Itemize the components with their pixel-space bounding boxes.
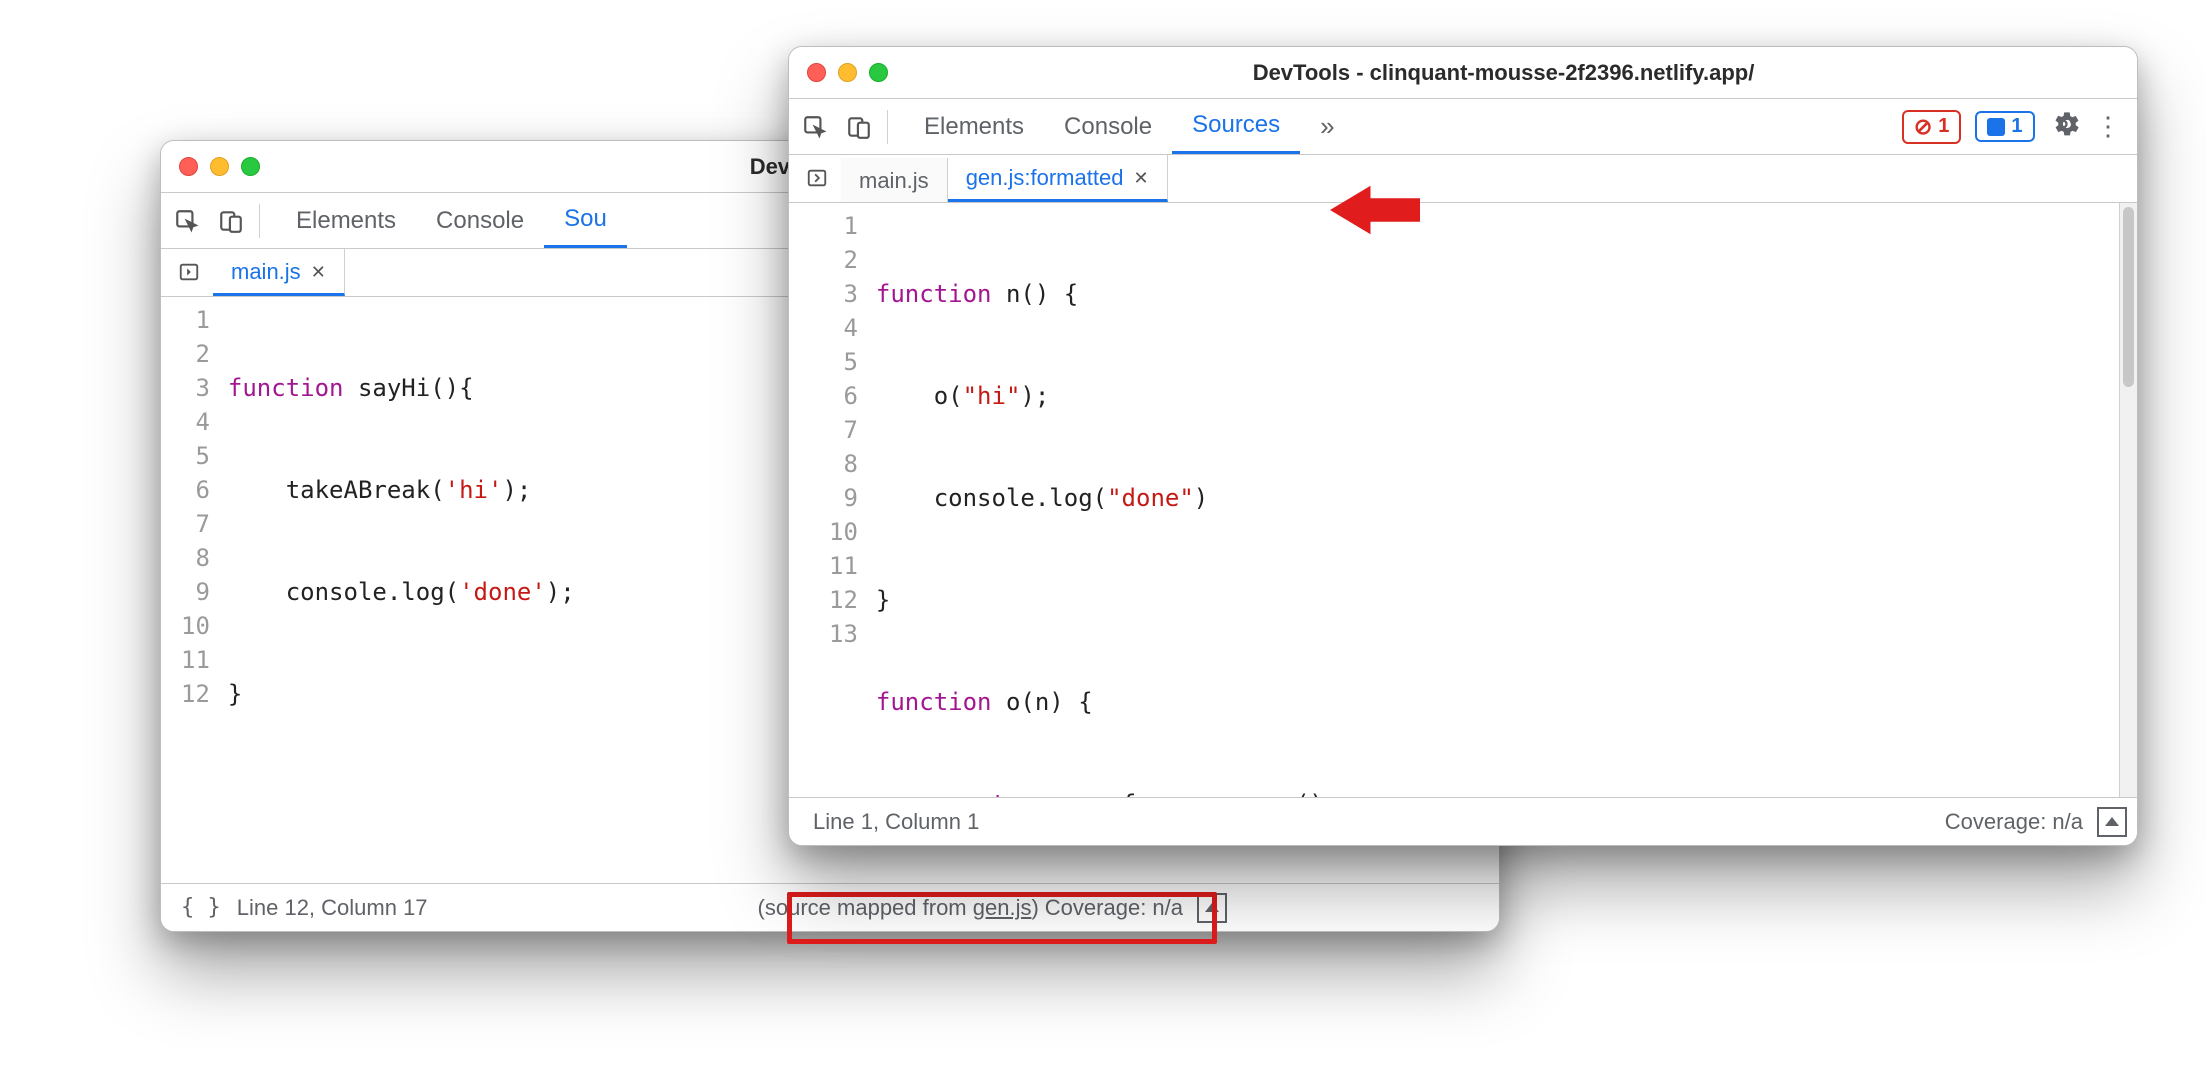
scrollbar-thumb[interactable] xyxy=(2123,207,2134,387)
panel-tab-elements[interactable]: Elements xyxy=(276,193,416,248)
file-tab-main-js[interactable]: main.js ✕ xyxy=(213,249,345,296)
minimize-window-button[interactable] xyxy=(210,157,229,176)
file-tab-gen-formatted[interactable]: gen.js:formatted ✕ xyxy=(948,155,1168,202)
file-tab-main-js[interactable]: main.js xyxy=(841,158,948,202)
window-controls xyxy=(179,157,260,176)
panel-tab-console[interactable]: Console xyxy=(1044,99,1172,154)
panel-tabs: Elements Console Sources xyxy=(894,99,1355,154)
cursor-position: Line 12, Column 17 xyxy=(237,895,428,921)
navigator-toggle-button[interactable] xyxy=(799,160,835,196)
code-area[interactable]: function n() { o("hi"); console.log("don… xyxy=(870,203,1423,846)
kebab-menu-button[interactable]: ⋮ xyxy=(2095,111,2123,142)
close-window-button[interactable] xyxy=(807,63,826,82)
panel-tab-elements[interactable]: Elements xyxy=(904,99,1044,154)
issues-count: 1 xyxy=(2011,115,2022,138)
errors-count: 1 xyxy=(1938,115,1949,138)
close-icon[interactable]: ✕ xyxy=(311,262,326,283)
window-title: DevTools - clinquant-mousse-2f2396.netli… xyxy=(888,60,2119,86)
error-icon xyxy=(1914,114,1932,140)
file-tabs-bar: main.js gen.js:formatted ✕ xyxy=(789,155,2137,203)
status-bar: Line 1, Column 1 Coverage: n/a xyxy=(789,797,2137,845)
separator xyxy=(259,204,260,238)
line-gutter: 123456789101112 xyxy=(161,297,222,883)
code-area[interactable]: function sayHi(){ takeABreak('hi'); cons… xyxy=(222,297,673,883)
device-toolbar-button[interactable] xyxy=(209,199,253,243)
annotation-highlight-sourcemap xyxy=(787,892,1217,944)
titlebar: DevTools - clinquant-mousse-2f2396.netli… xyxy=(789,47,2137,99)
code-editor[interactable]: 12345678910111213 function n() { o("hi")… xyxy=(789,203,2137,797)
navigator-toggle-button[interactable] xyxy=(171,254,207,290)
pretty-print-button[interactable]: { } xyxy=(181,895,221,920)
settings-button[interactable] xyxy=(2049,110,2081,143)
coverage-info: Coverage: n/a xyxy=(1945,809,2083,835)
vertical-scrollbar[interactable] xyxy=(2119,203,2137,797)
panel-tab-console[interactable]: Console xyxy=(416,193,544,248)
close-icon[interactable]: ✕ xyxy=(1133,168,1148,189)
window-controls xyxy=(807,63,888,82)
inspect-element-button[interactable] xyxy=(165,199,209,243)
errors-badge[interactable]: 1 xyxy=(1902,110,1962,144)
inspect-element-button[interactable] xyxy=(793,105,837,149)
minimize-window-button[interactable] xyxy=(838,63,857,82)
separator xyxy=(887,110,888,144)
device-toolbar-button[interactable] xyxy=(837,105,881,149)
panel-tab-sources[interactable]: Sou xyxy=(544,193,627,248)
cursor-position: Line 1, Column 1 xyxy=(813,809,979,835)
zoom-window-button[interactable] xyxy=(241,157,260,176)
close-window-button[interactable] xyxy=(179,157,198,176)
annotation-arrow xyxy=(1330,175,1420,245)
issue-icon xyxy=(1987,118,2005,136)
expand-drawer-button[interactable] xyxy=(2097,807,2127,837)
file-tab-label: gen.js:formatted xyxy=(966,165,1124,191)
zoom-window-button[interactable] xyxy=(869,63,888,82)
line-gutter: 12345678910111213 xyxy=(789,203,870,846)
devtools-window-front: DevTools - clinquant-mousse-2f2396.netli… xyxy=(788,46,2138,846)
panels-bar: Elements Console Sources 1 1 ⋮ xyxy=(789,99,2137,155)
panel-tab-sources[interactable]: Sources xyxy=(1172,99,1300,154)
file-tab-label: main.js xyxy=(231,259,301,285)
issues-badge[interactable]: 1 xyxy=(1975,111,2034,142)
file-tab-label: main.js xyxy=(859,168,929,194)
more-panels-button[interactable] xyxy=(1300,99,1354,154)
panel-tabs: Elements Console Sou xyxy=(266,193,627,248)
